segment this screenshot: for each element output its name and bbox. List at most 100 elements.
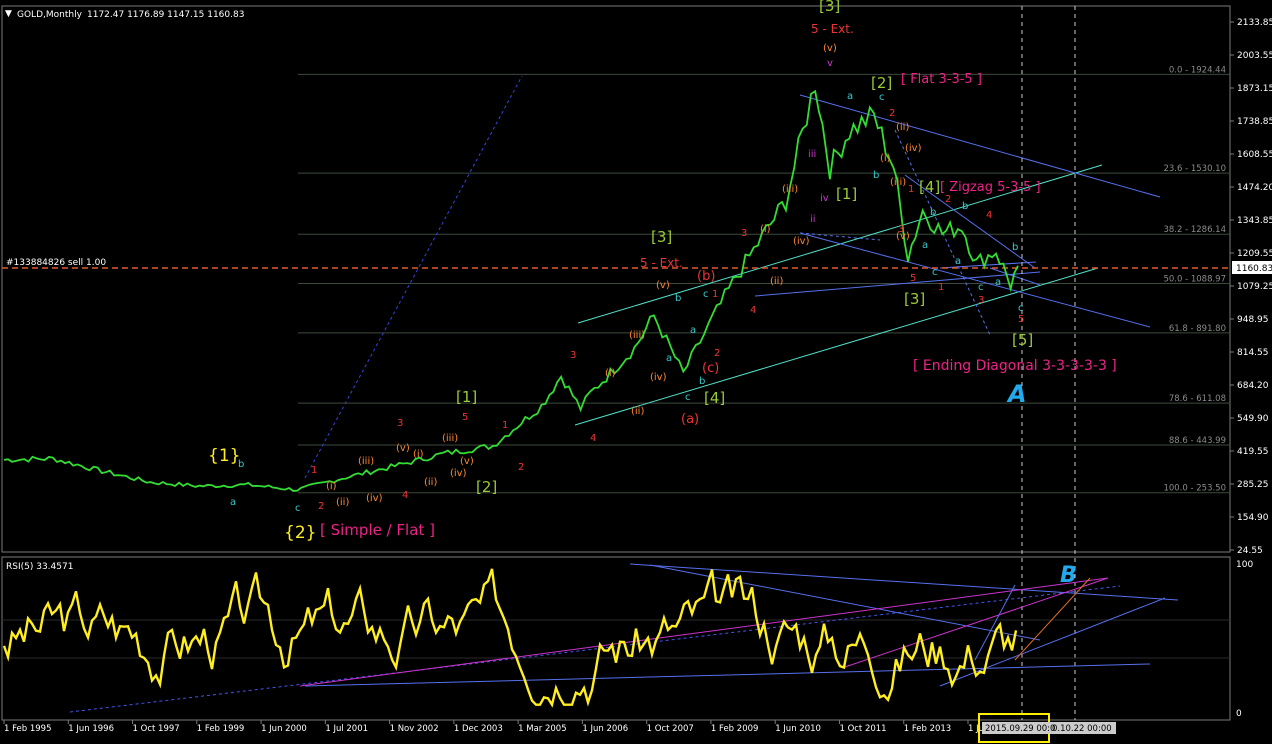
date-tick-label: 1 Feb 2013 [904, 724, 952, 734]
svg-text:(v): (v) [656, 280, 670, 291]
sq2-top-label: [2] [871, 74, 892, 92]
svg-text:(iii): (iii) [782, 184, 798, 195]
svg-text:b: b [675, 293, 681, 304]
fib-label: 61.8 - 891.80 [1169, 324, 1226, 334]
svg-text:a: a [690, 325, 696, 336]
trading-chart[interactable]: 0.0 - 1924.44 23.6 - 1530.10 38.2 - 1286.1… [0, 0, 1272, 744]
svg-text:c: c [879, 92, 885, 103]
svg-text:1: 1 [908, 184, 914, 195]
svg-text:(ii): (ii) [424, 477, 437, 488]
wave-1-curly: {1} [208, 446, 240, 466]
svg-text:(iv): (iv) [793, 236, 810, 247]
fib-label: 23.6 - 1530.10 [1163, 164, 1226, 174]
svg-text:(ii): (ii) [336, 497, 349, 508]
price-tick-label: 1873.15 [1237, 84, 1272, 94]
sq4-label: [4] [704, 389, 725, 407]
date-tick-label: 1 Oct 2007 [647, 724, 694, 734]
svg-text:b: b [930, 207, 936, 218]
svg-text:4: 4 [402, 490, 408, 501]
chart-title: GOLD,Monthly [17, 10, 83, 20]
svg-text:c: c [703, 289, 709, 300]
svg-text:2: 2 [318, 501, 324, 512]
price-tick-label: 24.55 [1237, 546, 1263, 556]
price-tick-label: 1474.20 [1237, 183, 1272, 193]
svg-text:c: c [1018, 303, 1024, 314]
svg-text:2: 2 [889, 108, 895, 119]
svg-text:2: 2 [714, 348, 720, 359]
price-tick-label: 2003.55 [1237, 51, 1272, 61]
svg-text:c: c [685, 392, 691, 403]
svg-text:(v): (v) [896, 231, 910, 242]
svg-text:4: 4 [590, 433, 596, 444]
svg-text:(ii): (ii) [631, 406, 644, 417]
date-tick-label: 1 Jun 2010 [775, 724, 821, 734]
svg-text:iv: iv [820, 193, 829, 204]
svg-text:(i): (i) [326, 481, 337, 492]
sq1-label: [1] [456, 388, 477, 406]
price-tick-label: 154.90 [1237, 513, 1269, 523]
fib-label: 88.6 - 443.99 [1169, 436, 1226, 446]
date-tick-label: 1 Feb 2009 [711, 724, 759, 734]
svg-text:a: a [230, 497, 236, 508]
svg-text:(iii): (iii) [629, 330, 645, 341]
svg-text:b: b [1012, 242, 1018, 253]
flat-label: [ Flat 3-3-5 ] [901, 72, 982, 87]
c-paren-label: (c) [702, 361, 719, 376]
fib-label: 78.6 - 611.08 [1169, 394, 1226, 404]
ohlc-values: 1172.47 1176.89 1147.15 1160.83 [87, 10, 244, 20]
v-roman-label: v [827, 58, 833, 69]
svg-text:3: 3 [397, 418, 403, 429]
svg-text:b: b [873, 170, 879, 181]
big-b-label: B [1060, 563, 1077, 588]
svg-text:b: b [238, 459, 244, 470]
svg-text:c: c [295, 503, 301, 514]
svg-text:(ii): (ii) [896, 122, 909, 133]
date-tick-label: 1 Ju [968, 724, 984, 734]
order-line-label: #133884826 sell 1.00 [6, 258, 106, 268]
price-tick-label: 1079.25 [1237, 282, 1272, 292]
svg-text:2: 2 [945, 194, 951, 205]
svg-text:c: c [932, 267, 938, 278]
ext5-top-label: 5 - Ext. [811, 22, 854, 36]
svg-text:1: 1 [938, 282, 944, 293]
price-tick-label: 419.55 [1237, 447, 1269, 457]
svg-text:(iii): (iii) [890, 177, 906, 188]
price-tick-label: 2133.85 [1237, 18, 1272, 28]
date-tick-label: 1 Jul 2001 [325, 724, 368, 734]
a-paren-label: (a) [681, 412, 699, 427]
svg-text:a: a [847, 91, 853, 102]
sq3-label: [3] [651, 228, 672, 246]
price-tick-label: 814.55 [1237, 348, 1269, 358]
svg-text:4: 4 [750, 305, 756, 316]
date-tick-label: 1 Jun 2000 [261, 724, 307, 734]
sq4-right-label: [4] [919, 178, 940, 196]
svg-text:iii: iii [808, 149, 816, 160]
sq2-label: [2] [476, 478, 497, 496]
price-tick-label: 684.20 [1237, 381, 1269, 391]
chevron-down-icon[interactable]: ▼ [5, 9, 12, 19]
current-price-label: 1160.83 [1236, 264, 1272, 274]
svg-text:b: b [699, 376, 705, 387]
price-tick-label: 285.25 [1237, 480, 1269, 490]
svg-text:5: 5 [1018, 314, 1024, 325]
svg-text:(iv): (iv) [905, 143, 922, 154]
svg-text:(iii): (iii) [358, 456, 374, 467]
date-tick-label: 1 Feb 1995 [4, 724, 52, 734]
svg-text:(iv): (iv) [450, 468, 467, 479]
simple-flat-label: [ Simple / Flat ] [320, 521, 435, 539]
svg-text:5: 5 [462, 412, 468, 423]
cursor-date-label: 2015.09.29 00:0 [985, 724, 1055, 734]
rsi-level-0: 0 [1236, 709, 1242, 719]
price-tick-label: 948.95 [1237, 315, 1269, 325]
date-tick-label: 1 Dec 2003 [454, 724, 503, 734]
svg-text:1: 1 [712, 289, 718, 300]
svg-text:c: c [978, 282, 984, 293]
rsi-level-100: 100 [1236, 560, 1253, 570]
sq3-right-label: [3] [904, 290, 925, 308]
price-tick-label: 1608.55 [1237, 150, 1272, 160]
svg-text:a: a [666, 353, 672, 364]
sq5-right-label: [5] [1012, 331, 1033, 349]
svg-text:4: 4 [986, 210, 992, 221]
svg-text:1: 1 [311, 465, 317, 476]
svg-text:(iv): (iv) [650, 372, 667, 383]
